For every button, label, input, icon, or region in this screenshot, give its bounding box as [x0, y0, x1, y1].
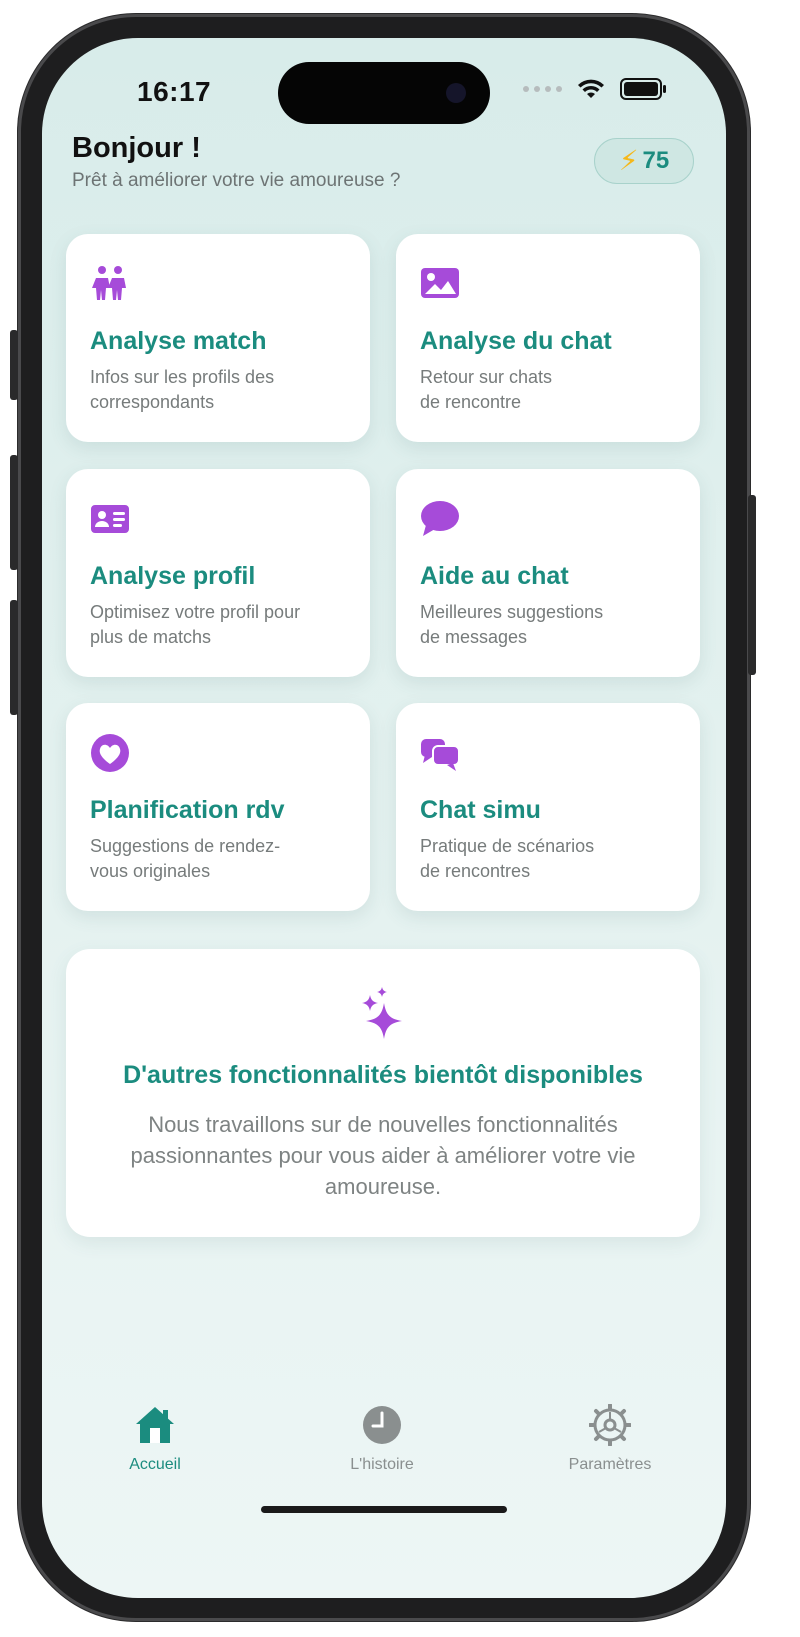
- id-card-icon: [91, 505, 129, 533]
- card-chat-simu[interactable]: Chat simu Pratique de scénarios de renco…: [396, 703, 700, 911]
- tab-parametres[interactable]: Paramètres: [540, 1404, 680, 1474]
- dynamic-island: [278, 62, 490, 124]
- chat-bubbles-icon: [421, 739, 460, 771]
- home-indicator[interactable]: [261, 1506, 507, 1513]
- coming-soon-banner: D'autres fonctionnalités bientôt disponi…: [66, 949, 700, 1237]
- card-title: Analyse profil: [90, 562, 256, 590]
- card-aide-au-chat[interactable]: Aide au chat Meilleures suggestions de m…: [396, 469, 700, 677]
- gear-icon: [589, 1404, 631, 1446]
- volume-up-button: [10, 455, 18, 570]
- page-title: Bonjour !: [72, 132, 201, 164]
- card-title: Aide au chat: [420, 562, 569, 590]
- couple-icon: [92, 266, 126, 300]
- tab-label: L'histoire: [350, 1456, 414, 1473]
- heart-circle-icon: [91, 734, 129, 772]
- sparkles-icon: [362, 987, 402, 1039]
- side-button: [748, 495, 756, 675]
- card-title: Chat simu: [420, 796, 541, 824]
- volume-down-button: [10, 600, 18, 715]
- credits-count: 75: [642, 147, 670, 174]
- app-screen: 16:17 Bonjour ! Prêt à améliorer votre v…: [42, 38, 726, 1598]
- card-description: Suggestions de rendez- vous originales: [90, 836, 281, 881]
- status-time: 16:17: [137, 76, 212, 107]
- card-description: Optimisez votre profil pour plus de matc…: [90, 602, 301, 647]
- tab-histoire[interactable]: L'histoire: [312, 1404, 452, 1474]
- card-description: Retour sur chats de rencontre: [420, 367, 553, 412]
- tab-accueil[interactable]: Accueil: [85, 1404, 225, 1474]
- banner-title: D'autres fonctionnalités bientôt disponi…: [123, 1061, 643, 1089]
- action-button: [10, 330, 18, 400]
- clock-icon: [363, 1406, 401, 1444]
- tab-bar: Accueil L'histoire Paramètres: [42, 1404, 726, 1484]
- card-analyse-profil[interactable]: Analyse profil Optimisez votre profil po…: [66, 469, 370, 677]
- card-title: Planification rdv: [90, 796, 285, 824]
- card-analyse-match[interactable]: Analyse match Infos sur les profils des …: [66, 234, 370, 442]
- card-description: Pratique de scénarios de rencontres: [420, 836, 595, 881]
- tab-label: Paramètres: [568, 1456, 652, 1473]
- image-icon: [421, 268, 459, 298]
- card-planification-rdv[interactable]: Planification rdv Suggestions de rendez-…: [66, 703, 370, 911]
- battery-icon: [620, 78, 666, 100]
- credits-badge[interactable]: ⚡ 75: [594, 138, 694, 184]
- banner-body: Nous travaillons sur de nouvelles foncti…: [130, 1112, 636, 1199]
- card-description: Meilleures suggestions de messages: [420, 602, 604, 647]
- card-description: Infos sur les profils des correspondants: [90, 367, 275, 412]
- card-title: Analyse du chat: [420, 327, 612, 355]
- speech-bubble-icon: [421, 501, 459, 536]
- tab-label: Accueil: [129, 1456, 181, 1473]
- wifi-icon: [578, 79, 604, 98]
- status-icons: [523, 78, 666, 100]
- cellular-signal-icon: [523, 86, 562, 92]
- home-icon: [136, 1407, 174, 1443]
- card-title: Analyse match: [90, 327, 267, 355]
- lightning-bolt-icon: ⚡: [618, 145, 639, 176]
- card-analyse-du-chat[interactable]: Analyse du chat Retour sur chats de renc…: [396, 234, 700, 442]
- page-subtitle: Prêt à améliorer votre vie amoureuse ?: [72, 170, 401, 191]
